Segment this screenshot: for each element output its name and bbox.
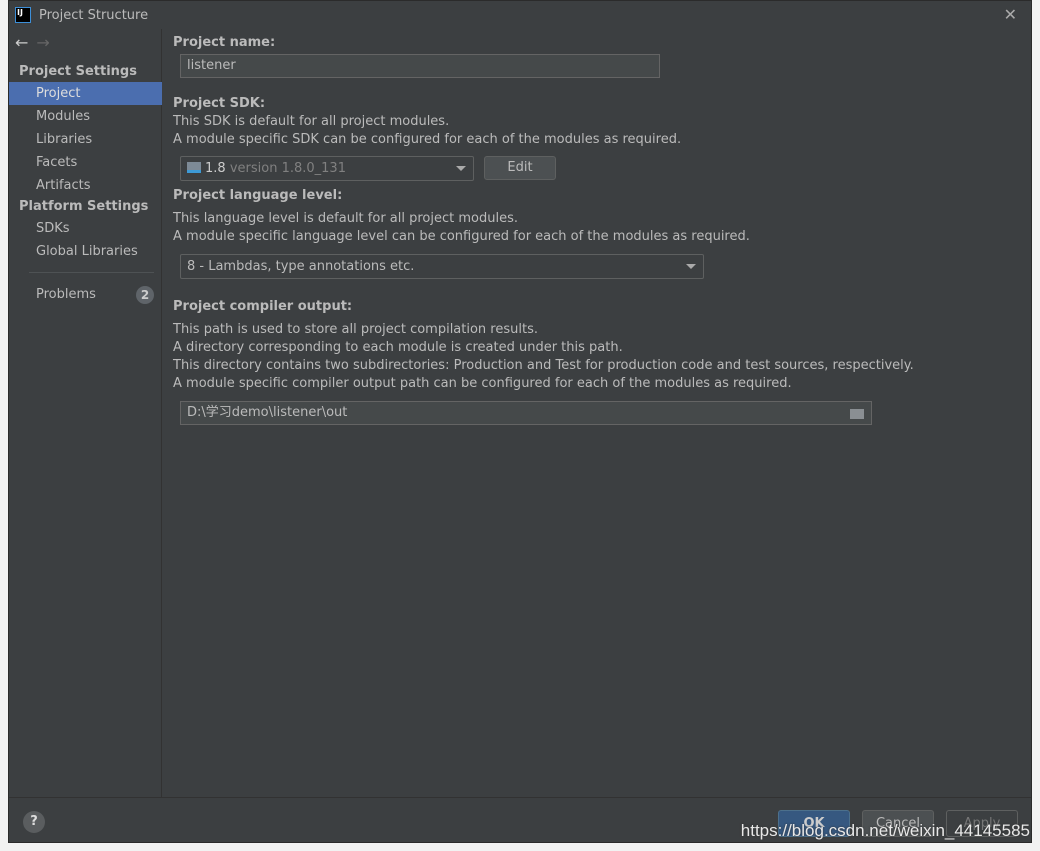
project-name-input[interactable]: listener: [180, 54, 660, 78]
sidebar: ← → Project Settings Project Modules Libr…: [9, 29, 162, 797]
sidebar-item-sdks[interactable]: SDKs: [9, 217, 162, 240]
project-structure-dialog: IJ Project Structure ✕ ← → Project Settin…: [8, 0, 1032, 843]
group-platform-settings: Platform Settings: [19, 199, 149, 214]
window-title: Project Structure: [39, 7, 149, 23]
edit-sdk-button[interactable]: Edit: [484, 156, 556, 180]
sidebar-item-project[interactable]: Project: [9, 82, 162, 105]
compiler-output-value: D:\学习demo\listener\out: [187, 405, 348, 420]
project-settings-panel: Project name: listener Project SDK: This…: [173, 29, 1031, 797]
close-icon[interactable]: ✕: [1004, 5, 1017, 24]
watermark: https://blog.csdn.net/weixin_44145585: [740, 821, 1030, 840]
divider: [29, 272, 154, 273]
problems-count-badge: 2: [136, 286, 154, 304]
chevron-down-icon: [456, 166, 466, 171]
help-button[interactable]: ?: [23, 811, 45, 833]
chevron-down-icon: [686, 264, 696, 269]
back-arrow-icon[interactable]: ←: [15, 33, 28, 52]
sdk-version: version 1.8.0_131: [229, 161, 346, 176]
sidebar-item-problems[interactable]: Problems 2: [9, 283, 162, 306]
group-project-settings: Project Settings: [19, 64, 137, 79]
sidebar-item-global-libraries[interactable]: Global Libraries: [9, 240, 162, 263]
sdk-folder-icon: [187, 162, 201, 173]
compiler-output-input[interactable]: D:\学习demo\listener\out: [180, 401, 872, 425]
problems-label: Problems: [36, 287, 96, 302]
sidebar-item-facets[interactable]: Facets: [9, 151, 162, 174]
sdk-dropdown[interactable]: 1.8 version 1.8.0_131: [180, 156, 474, 181]
language-description-2: A module specific language level can be …: [173, 229, 750, 244]
sidebar-item-libraries[interactable]: Libraries: [9, 128, 162, 151]
output-description-2: A directory corresponding to each module…: [173, 340, 623, 355]
project-sdk-label: Project SDK:: [173, 96, 266, 111]
compiler-output-label: Project compiler output:: [173, 299, 353, 314]
language-description-1: This language level is default for all p…: [173, 211, 518, 226]
title-bar: IJ Project Structure ✕: [9, 1, 1031, 29]
forward-arrow-icon[interactable]: →: [36, 33, 49, 52]
output-description-3: This directory contains two subdirectori…: [173, 358, 914, 373]
language-level-label: Project language level:: [173, 188, 343, 203]
project-name-label: Project name:: [173, 35, 276, 50]
language-level-dropdown[interactable]: 8 - Lambdas, type annotations etc.: [180, 254, 704, 279]
sidebar-item-modules[interactable]: Modules: [9, 105, 162, 128]
sdk-description-1: This SDK is default for all project modu…: [173, 114, 450, 129]
folder-browse-icon[interactable]: [850, 409, 864, 419]
output-description-4: A module specific compiler output path c…: [173, 376, 792, 391]
language-level-value: 8 - Lambdas, type annotations etc.: [187, 259, 415, 274]
sdk-value: 1.8: [205, 161, 226, 176]
output-description-1: This path is used to store all project c…: [173, 322, 538, 337]
sdk-description-2: A module specific SDK can be configured …: [173, 132, 682, 147]
sidebar-item-artifacts[interactable]: Artifacts: [9, 174, 162, 197]
intellij-logo-icon: IJ: [15, 7, 31, 23]
